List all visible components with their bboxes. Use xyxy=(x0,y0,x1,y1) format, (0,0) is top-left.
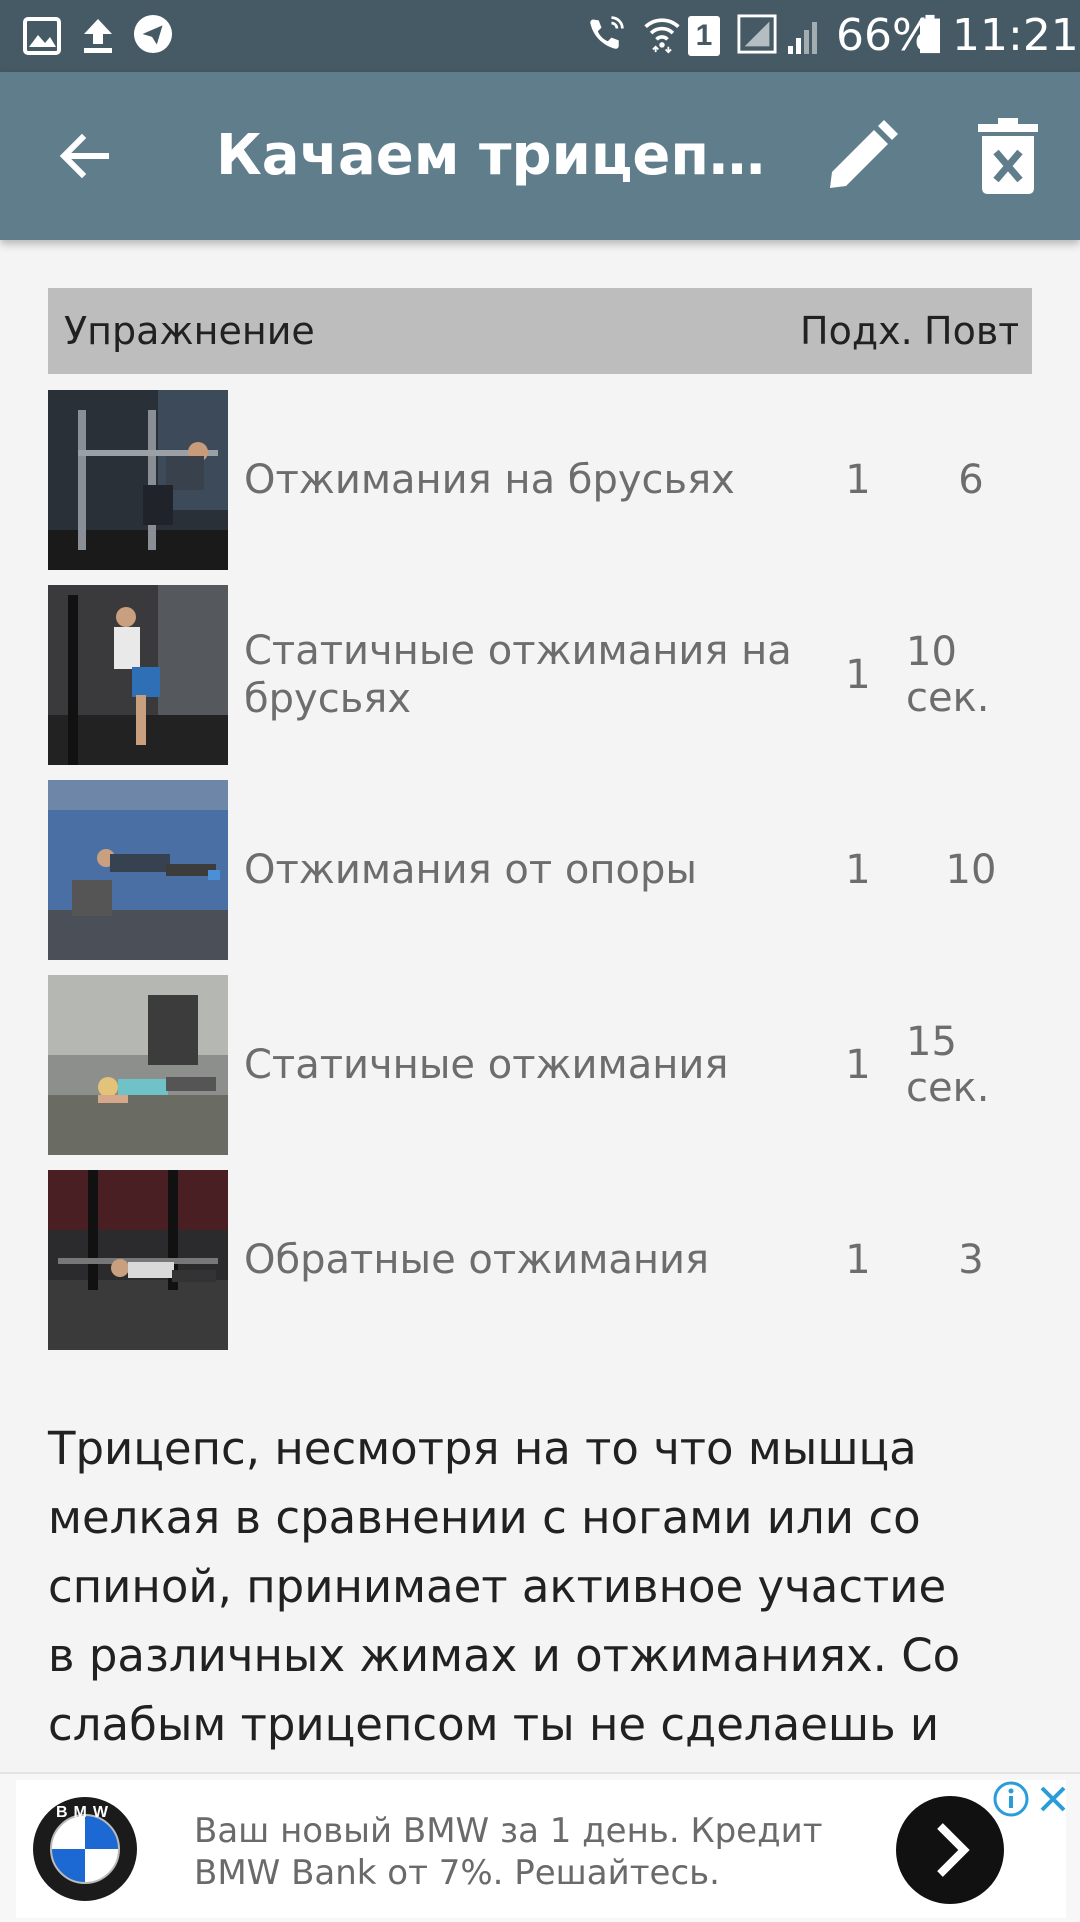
exercise-row[interactable]: Статичные отжимания 1 15 сек. xyxy=(48,975,1032,1155)
pencil-icon xyxy=(830,120,898,188)
ad-banner[interactable]: BMW Ваш новый BMW за 1 день. Кредит BMW … xyxy=(0,1772,1080,1922)
table-header: Упражнение Подх. Повт xyxy=(48,288,1032,374)
delete-button[interactable] xyxy=(968,116,1048,196)
signal-icon xyxy=(788,22,817,54)
chevron-right-icon xyxy=(937,1823,970,1877)
upload-icon xyxy=(84,19,112,53)
exercise-name: Обратные отжимания xyxy=(244,1237,710,1283)
ad-text[interactable]: Ваш новый BMW за 1 день. Кредит BMW Bank… xyxy=(194,1810,823,1894)
ad-line-2: BMW Bank от 7%. Решайтесь. xyxy=(194,1853,720,1893)
app-toolbar: Качаем трицепс на брусьях xyxy=(0,72,1080,240)
exercise-thumbnail xyxy=(48,1170,228,1350)
close-icon[interactable] xyxy=(1036,1782,1070,1816)
image-icon xyxy=(23,17,61,55)
ad-content[interactable]: BMW Ваш новый BMW за 1 день. Кредит BMW … xyxy=(16,1780,1066,1918)
exercise-reps: 10 xyxy=(945,847,997,893)
arrow-back-icon xyxy=(59,133,109,179)
sim-icon: 1 xyxy=(688,16,720,56)
header-reps: Повт xyxy=(924,309,1018,353)
battery-icon xyxy=(920,14,940,54)
exercise-sets: 1 xyxy=(845,1237,871,1283)
workout-description: Трицепс, несмотря на то что мышца мелкая… xyxy=(48,1422,961,1751)
exercise-reps: 6 xyxy=(958,457,984,503)
exercise-row[interactable]: Обратные отжимания 1 3 xyxy=(48,1170,1032,1350)
trash-icon xyxy=(978,118,1038,194)
wifi-icon xyxy=(644,18,680,54)
signal-icon xyxy=(737,14,777,54)
exercise-sets: 1 xyxy=(845,847,871,893)
telegram-icon xyxy=(133,14,173,54)
back-button[interactable] xyxy=(44,116,124,196)
info-icon[interactable] xyxy=(992,1780,1030,1818)
ad-line-1: Ваш новый BMW за 1 день. Кредит xyxy=(194,1811,823,1851)
exercise-reps: 3 xyxy=(958,1237,984,1283)
exercise-reps: 10 сек. xyxy=(906,629,990,721)
exercise-row[interactable]: Статичные отжимания на брусьях 1 10 сек. xyxy=(48,585,1032,765)
page-title: Качаем трицепс на брусьях xyxy=(216,124,776,188)
exercise-thumbnail xyxy=(48,585,228,765)
exercise-name: Статичные отжимания xyxy=(244,1042,729,1088)
exercise-thumbnail xyxy=(48,975,228,1155)
exercise-reps: 15 сек. xyxy=(906,1019,990,1111)
exercise-name: Статичные отжимания на брусьях xyxy=(244,628,792,722)
edit-button[interactable] xyxy=(822,116,902,196)
header-exercise: Упражнение xyxy=(64,309,315,353)
exercise-sets: 1 xyxy=(845,652,871,698)
exercise-thumbnail xyxy=(48,780,228,960)
ad-cta-button[interactable] xyxy=(896,1796,1004,1904)
exercise-thumbnail xyxy=(48,390,228,570)
exercise-row[interactable]: Отжимания на брусьях 1 6 xyxy=(48,390,1032,570)
clock: 11:21 xyxy=(952,10,1079,61)
status-bar: 1 66% 11:21 xyxy=(0,0,1080,72)
exercise-sets: 1 xyxy=(845,1042,871,1088)
wifi-call-icon xyxy=(590,16,624,49)
exercise-name: Отжимания на брусьях xyxy=(244,457,735,503)
sim-number: 1 xyxy=(695,19,713,52)
bmw-logo-text: BMW xyxy=(56,1804,114,1821)
header-sets: Подх. xyxy=(800,309,913,353)
bmw-logo: BMW xyxy=(30,1794,140,1904)
exercise-row[interactable]: Отжимания от опоры 1 10 xyxy=(48,780,1032,960)
exercise-sets: 1 xyxy=(845,457,871,503)
exercise-name: Отжимания от опоры xyxy=(244,847,697,893)
